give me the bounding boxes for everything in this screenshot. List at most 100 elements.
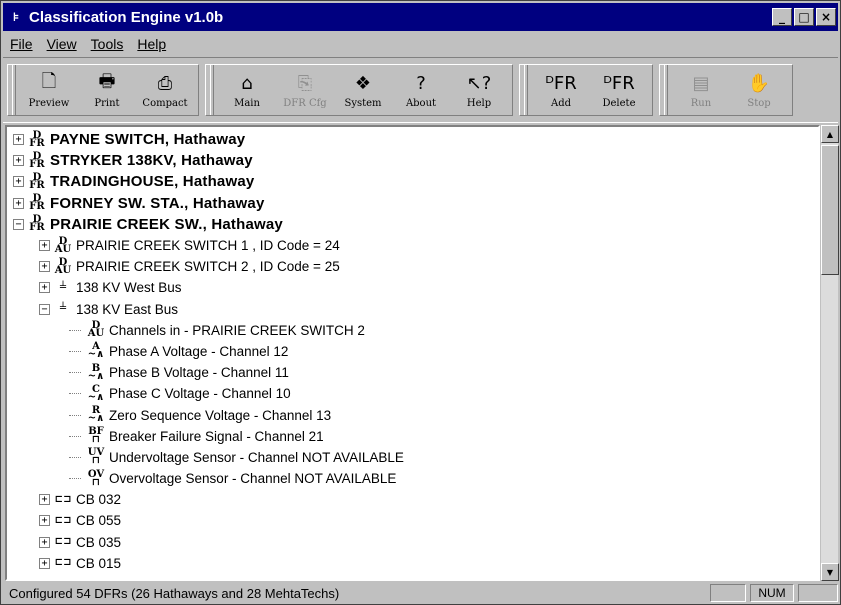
expand-icon[interactable]: +	[39, 240, 50, 252]
system-button[interactable]: ❖ System	[334, 65, 392, 115]
tree-view[interactable]: + D FR PAYNE SWITCH, Hathaway + D FR STRYKER 13…	[5, 125, 820, 581]
menu-help[interactable]: Help	[130, 36, 173, 52]
dau-icon: D AU	[87, 320, 105, 340]
tree-item[interactable]: + D FR PAYNE SWITCH, Hathaway	[13, 129, 818, 150]
tree-item[interactable]: + ⊏⊐ CB 015	[13, 553, 818, 574]
tree-item[interactable]: − ╧ 138 KV East Bus	[13, 299, 818, 320]
scroll-thumb[interactable]	[821, 145, 839, 275]
print-button[interactable]: 🖶 Print	[78, 65, 136, 115]
status-bar: Configured 54 DFRs (26 Hathaways and 28 …	[3, 583, 838, 603]
main-button[interactable]: ⌂ Main	[218, 65, 276, 115]
tree-item[interactable]: UV ⊓ Undervoltage Sensor - Channel NOT AVA…	[13, 447, 818, 468]
menu-file[interactable]: File	[3, 36, 40, 52]
toolbar-grip[interactable]	[524, 65, 528, 115]
toolbar-group-3: ᴰFR Add ᴰFR Delete	[519, 64, 653, 116]
tree-item[interactable]: + ⊏⊐ CB 055	[13, 510, 818, 531]
tree-item[interactable]: B ~∧ Phase B Voltage - Channel 11	[13, 362, 818, 383]
tree-item[interactable]: D AU Channels in - PRAIRIE CREEK SWITCH 2	[13, 320, 818, 341]
dfr-config-icon: ⎘	[297, 73, 313, 94]
delete-dfr-icon: ᴰFR	[603, 73, 635, 94]
toolbar-button-label: Stop	[747, 97, 771, 109]
about-icon: ?	[416, 73, 426, 94]
expand-icon[interactable]: +	[39, 557, 50, 569]
collapse-icon[interactable]: −	[39, 303, 50, 315]
tree-item-label: Phase C Voltage - Channel 10	[109, 386, 291, 402]
dfr-icon: D FR	[29, 214, 45, 234]
expand-icon[interactable]: +	[13, 197, 24, 209]
toolbar-button-label: Add	[550, 97, 572, 109]
scroll-down-button[interactable]: ▼	[821, 563, 839, 581]
window-title: Classification Engine v1.0b	[29, 8, 224, 26]
tree-item[interactable]: + ╧ 138 KV West Bus	[13, 277, 818, 298]
tree-item[interactable]: + ⊏⊐ CB 035	[13, 532, 818, 553]
uv-icon: UV ⊓	[87, 447, 105, 467]
minimize-button[interactable]: _	[772, 8, 792, 26]
tree-item[interactable]: BF ⊓ Breaker Failure Signal - Channel 21	[13, 426, 818, 447]
expand-icon[interactable]: +	[39, 261, 50, 273]
tree-item-label: CB 015	[76, 555, 122, 571]
toolbar-grip[interactable]	[12, 65, 16, 115]
app-icon[interactable]: ⊧	[7, 8, 25, 26]
app-window: ⊧ Classification Engine v1.0b _ □ × File…	[0, 0, 841, 605]
tree-item[interactable]: C ~∧ Phase C Voltage - Channel 10	[13, 383, 818, 404]
expand-icon[interactable]: +	[39, 494, 50, 506]
tree-item-label: STRYKER 138KV, Hathaway	[50, 152, 253, 170]
about-button[interactable]: ? About	[392, 65, 450, 115]
tree-root: + D FR PAYNE SWITCH, Hathaway + D FR STRYKER 13…	[13, 129, 818, 574]
tree-item[interactable]: R ~∧ Zero Sequence Voltage - Channel 13	[13, 404, 818, 425]
tree-item[interactable]: + D AU PRAIRIE CREEK SWITCH 1 , ID Code = 2…	[13, 235, 818, 256]
cb-icon: ⊏⊐	[54, 557, 72, 569]
toolbar-group-1: 🗋 Preview 🖶 Print ⎙ Compact	[7, 64, 199, 116]
scroll-up-button[interactable]: ▲	[821, 125, 839, 143]
tree-item[interactable]: + D AU PRAIRIE CREEK SWITCH 2 , ID Code = 2…	[13, 256, 818, 277]
toolbar-grip[interactable]	[210, 65, 214, 115]
tree-item[interactable]: + D FR TRADINGHOUSE, Hathaway	[13, 171, 818, 192]
preview-icon: 🗋	[41, 70, 57, 92]
tree-item[interactable]: + ⊏⊐ CB 032	[13, 489, 818, 510]
dfr-icon: D FR	[29, 150, 45, 170]
cb-icon: ⊏⊐	[54, 493, 72, 505]
menu-tools[interactable]: Tools	[84, 36, 131, 52]
delete-button[interactable]: ᴰFR Delete	[590, 65, 648, 115]
expand-icon[interactable]: +	[39, 536, 50, 548]
phase-b-icon: B ~∧	[87, 362, 105, 382]
toolbar-grip[interactable]	[664, 65, 668, 115]
tree-item-label: CB 032	[76, 492, 122, 508]
tree-item-label: Overvoltage Sensor - Channel NOT AVAILAB…	[109, 471, 397, 487]
expand-icon[interactable]: +	[39, 515, 50, 527]
maximize-button[interactable]: □	[794, 8, 814, 26]
menu-view[interactable]: View	[40, 36, 84, 52]
tree-connector	[69, 329, 81, 331]
add-button[interactable]: ᴰFR Add	[532, 65, 590, 115]
toolbar-group-4: ▤ Run ✋ Stop	[659, 64, 793, 116]
dfr-icon: D FR	[29, 129, 45, 149]
help-button[interactable]: ↖? Help	[450, 65, 508, 115]
bf-icon: BF ⊓	[88, 426, 104, 446]
tree-item[interactable]: − D FR PRAIRIE CREEK SW., Hathaway	[13, 214, 818, 235]
collapse-icon[interactable]: −	[13, 218, 24, 230]
cb-icon: ⊏⊐	[54, 514, 72, 526]
vertical-scrollbar[interactable]: ▲ ▼	[820, 125, 839, 581]
dfr-cfg-button[interactable]: ⎘ DFR Cfg	[276, 65, 334, 115]
expand-icon[interactable]: +	[13, 176, 24, 188]
tree-item-label: FORNEY SW. STA., Hathaway	[50, 194, 265, 212]
close-button[interactable]: ×	[816, 8, 836, 26]
expand-icon[interactable]: +	[13, 155, 24, 167]
status-pane-1	[710, 584, 746, 602]
expand-icon[interactable]: +	[39, 282, 50, 294]
tree-item[interactable]: OV ⊓ Overvoltage Sensor - Channel NOT AVAI…	[13, 468, 818, 489]
tree-item-label: PRAIRIE CREEK SWITCH 1 , ID Code = 24	[76, 238, 340, 254]
tree-item[interactable]: A ~∧ Phase A Voltage - Channel 12	[13, 341, 818, 362]
stop-button[interactable]: ✋ Stop	[730, 65, 788, 115]
title-bar[interactable]: ⊧ Classification Engine v1.0b _ □ ×	[3, 3, 838, 31]
preview-button[interactable]: 🗋 Preview	[20, 65, 78, 115]
tree-item-label: TRADINGHOUSE, Hathaway	[50, 173, 255, 191]
dau-icon: D AU	[54, 235, 72, 255]
compact-button[interactable]: ⎙ Compact	[136, 65, 194, 115]
toolbar-button-label: Run	[690, 97, 712, 109]
tree-item[interactable]: + D FR STRYKER 138KV, Hathaway	[13, 150, 818, 171]
tree-item[interactable]: + D FR FORNEY SW. STA., Hathaway	[13, 193, 818, 214]
run-button[interactable]: ▤ Run	[672, 65, 730, 115]
expand-icon[interactable]: +	[13, 134, 24, 146]
toolbar-group-2: ⌂ Main ⎘ DFR Cfg ❖ System? About ↖? Help	[205, 64, 513, 116]
